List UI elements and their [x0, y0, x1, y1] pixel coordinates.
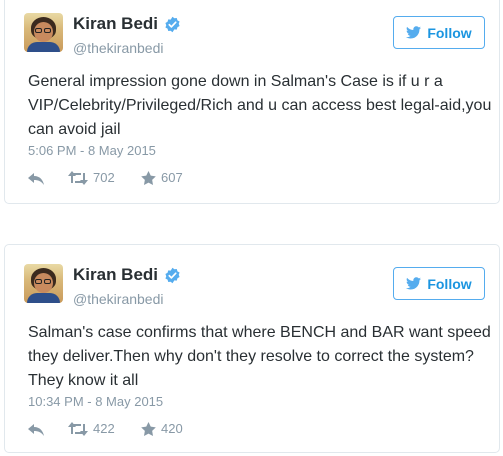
- avatar[interactable]: [24, 264, 63, 303]
- reply-icon: [28, 172, 44, 185]
- display-name-text[interactable]: Kiran Bedi: [73, 265, 158, 285]
- verified-badge-icon: [165, 16, 180, 32]
- follow-label[interactable]: Follow: [427, 25, 471, 41]
- reply-icon: [28, 423, 44, 436]
- tweet-text: Salman's case confirms that where BENCH …: [28, 324, 491, 389]
- twitter-bird-icon: [406, 277, 422, 290]
- page: Kiran Bedi @thekiranbedi Follow General …: [0, 0, 503, 456]
- handle[interactable]: @thekiranbedi: [73, 40, 164, 56]
- display-name[interactable]: Kiran Bedi: [73, 14, 181, 34]
- favorite-button[interactable]: 420: [141, 421, 183, 436]
- tweet-text: General impression gone down in Salman's…: [28, 73, 492, 138]
- retweet-count: 422: [93, 421, 115, 436]
- retweet-icon: [68, 170, 88, 185]
- display-name-text[interactable]: Kiran Bedi: [73, 14, 158, 34]
- favorite-count: 607: [161, 170, 183, 185]
- follow-label[interactable]: Follow: [427, 276, 471, 292]
- tweet-actions: 702 607: [28, 170, 183, 185]
- verified-badge-icon: [165, 267, 180, 283]
- reply-button[interactable]: [28, 422, 68, 436]
- tweet-card: Kiran Bedi @thekiranbedi Follow Salman's…: [4, 244, 500, 453]
- favorite-button[interactable]: 607: [141, 170, 183, 185]
- follow-button[interactable]: Follow: [393, 16, 485, 49]
- favorite-star-icon: [141, 170, 156, 185]
- tweet-actions: 422 420: [28, 421, 183, 436]
- retweet-button[interactable]: 702: [68, 170, 141, 185]
- retweet-icon: [68, 421, 88, 436]
- favorite-star-icon: [141, 421, 156, 436]
- retweet-count: 702: [93, 170, 115, 185]
- tweet-timestamp[interactable]: 5:06 PM - 8 May 2015: [28, 143, 156, 158]
- twitter-bird-icon: [406, 26, 422, 39]
- display-name[interactable]: Kiran Bedi: [73, 265, 181, 285]
- retweet-button[interactable]: 422: [68, 421, 141, 436]
- handle[interactable]: @thekiranbedi: [73, 291, 164, 307]
- follow-button[interactable]: Follow: [393, 267, 485, 300]
- reply-button[interactable]: [28, 171, 68, 185]
- favorite-count: 420: [161, 421, 183, 436]
- tweet-card: Kiran Bedi @thekiranbedi Follow General …: [4, 0, 500, 204]
- tweet-timestamp[interactable]: 10:34 PM - 8 May 2015: [28, 394, 163, 409]
- avatar[interactable]: [24, 13, 63, 52]
